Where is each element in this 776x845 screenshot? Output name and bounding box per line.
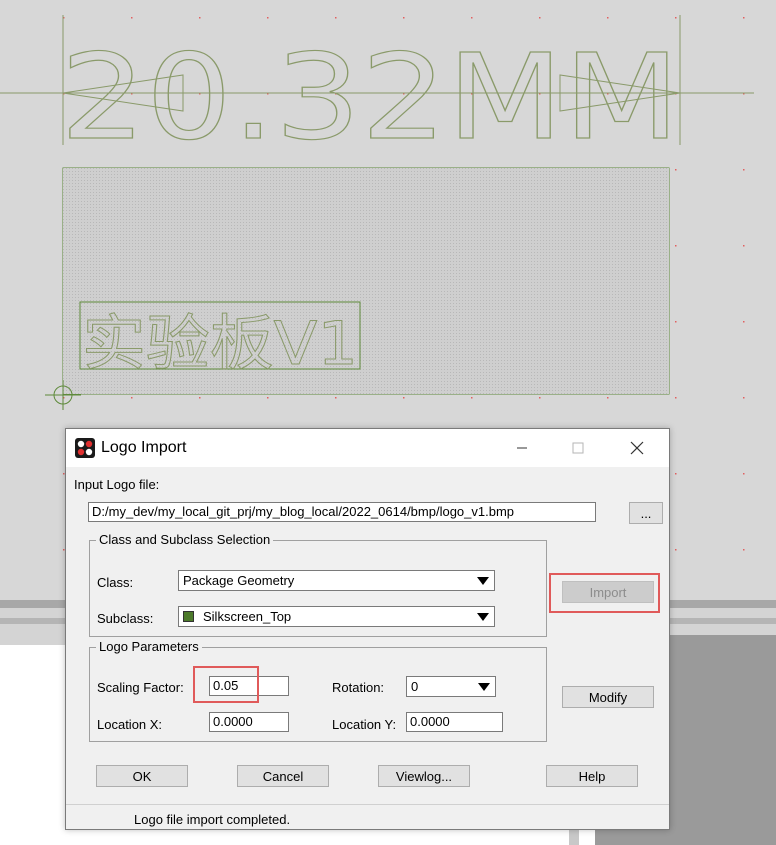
grid-dot [607, 397, 609, 399]
input-logo-field[interactable]: D:/my_dev/my_local_git_prj/my_blog_local… [88, 502, 596, 522]
browse-button[interactable]: ... [629, 502, 663, 524]
scaling-factor-label: Scaling Factor: [97, 680, 184, 695]
grid-dot [199, 397, 201, 399]
rotation-select[interactable]: 0 [406, 676, 496, 697]
location-x-input[interactable]: 0.0000 [209, 712, 289, 732]
subclass-select-value: Silkscreen_Top [203, 609, 292, 624]
silkscreen-color-swatch [183, 611, 194, 622]
logo-import-dialog: Logo Import Input Logo file: D:/my_dev/m… [65, 428, 670, 830]
grid-dot [471, 17, 473, 19]
help-button[interactable]: Help [546, 765, 638, 787]
class-label: Class: [97, 575, 134, 590]
maximize-icon [555, 429, 601, 467]
location-y-label: Location Y: [332, 717, 397, 732]
grid-dot [471, 397, 473, 399]
ok-button[interactable]: OK [96, 765, 188, 787]
grid-dot [743, 321, 745, 323]
logo-parameters-group-title: Logo Parameters [96, 639, 202, 654]
grid-dot [743, 549, 745, 551]
chevron-down-icon [478, 683, 490, 691]
location-x-label: Location X: [97, 717, 163, 732]
status-separator [66, 804, 669, 805]
grid-dot [267, 17, 269, 19]
subclass-select[interactable]: Silkscreen_Top [178, 606, 495, 627]
grid-dot [403, 17, 405, 19]
grid-dot [675, 245, 677, 247]
cadence-app-icon [75, 438, 95, 458]
status-text: Logo file import completed. [134, 812, 291, 827]
grid-dot [539, 397, 541, 399]
grid-dot [335, 397, 337, 399]
grid-dot [675, 169, 677, 171]
chevron-down-icon [477, 613, 489, 621]
input-logo-label: Input Logo file: [74, 477, 160, 492]
grid-dot [539, 17, 541, 19]
grid-dot [743, 473, 745, 475]
viewlog-button[interactable]: Viewlog... [378, 765, 470, 787]
minimize-icon[interactable] [499, 429, 545, 467]
grid-dot [403, 397, 405, 399]
grid-dot [607, 17, 609, 19]
class-subclass-group-title: Class and Subclass Selection [96, 532, 274, 547]
import-highlight-box [549, 573, 660, 613]
grid-dot [335, 17, 337, 19]
grid-dot [267, 397, 269, 399]
grid-dot [131, 17, 133, 19]
grid-dot [743, 169, 745, 171]
subclass-label: Subclass: [97, 611, 154, 626]
grid-dot [743, 245, 745, 247]
location-y-input[interactable]: 0.0000 [406, 712, 503, 732]
cancel-button[interactable]: Cancel [237, 765, 329, 787]
grid-dot [675, 397, 677, 399]
scaling-factor-highlight-box [193, 666, 259, 703]
grid-dot [743, 17, 745, 19]
rotation-select-value: 0 [411, 679, 419, 694]
chevron-down-icon [477, 577, 489, 585]
grid-dot [675, 17, 677, 19]
dialog-title: Logo Import [101, 439, 187, 456]
dimension-text: 20.32MM [60, 28, 680, 166]
rotation-label: Rotation: [332, 680, 385, 695]
modify-button[interactable]: Modify [562, 686, 654, 708]
grid-dot [743, 397, 745, 399]
grid-dot [675, 473, 677, 475]
grid-dot [675, 549, 677, 551]
grid-dot [199, 17, 201, 19]
grid-dot [675, 321, 677, 323]
grid-dot [131, 397, 133, 399]
dialog-titlebar[interactable]: Logo Import [66, 429, 669, 467]
close-icon[interactable] [614, 429, 660, 467]
class-select-value: Package Geometry [183, 573, 295, 588]
class-select[interactable]: Package Geometry [178, 570, 495, 591]
logo-text: 实验板V1 [82, 309, 358, 379]
